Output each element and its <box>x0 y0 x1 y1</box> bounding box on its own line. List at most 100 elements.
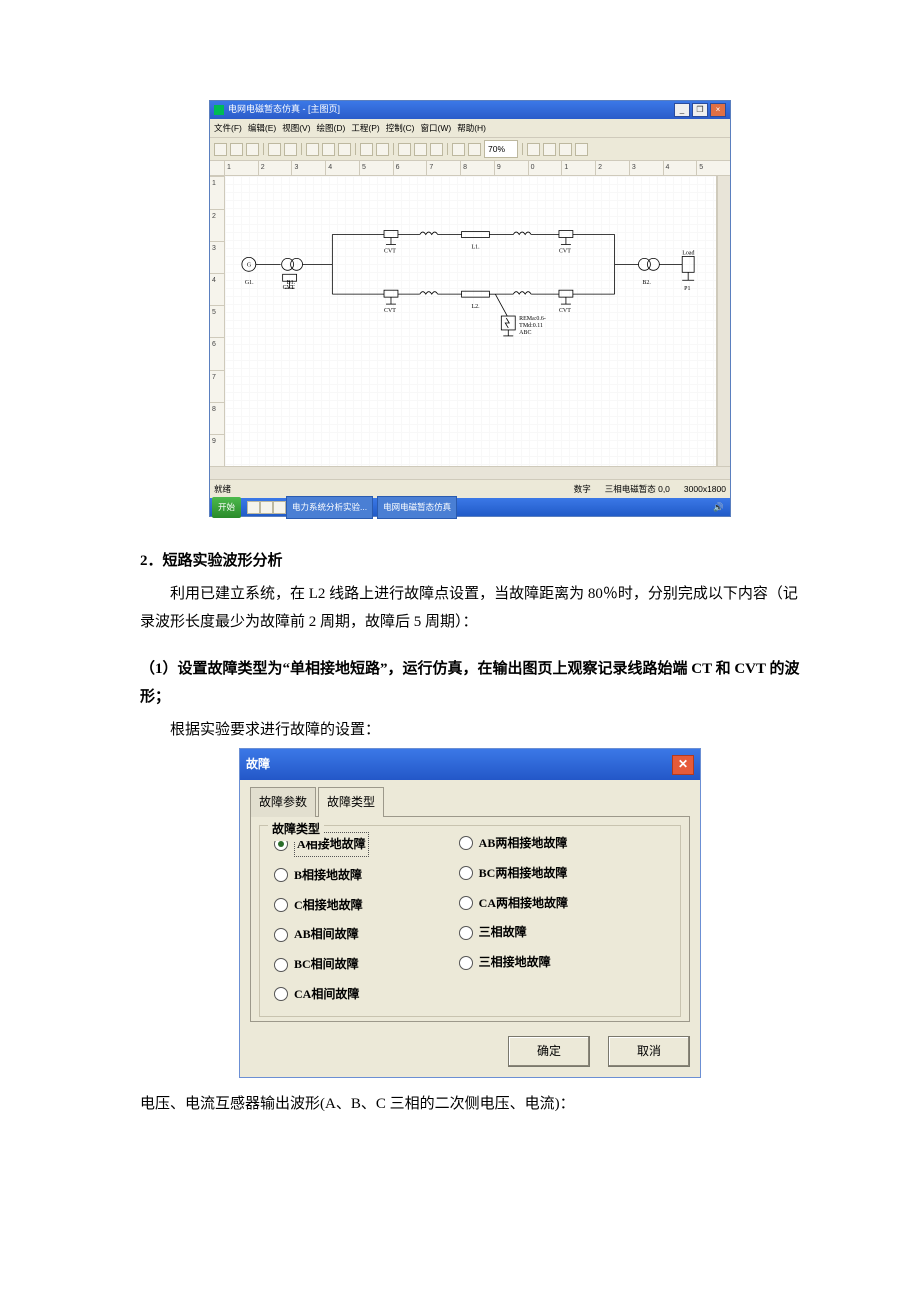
save-icon[interactable] <box>246 143 259 156</box>
stop-icon[interactable] <box>430 143 443 156</box>
radio-label: AB相间故障 <box>294 923 359 946</box>
radio-label: B相接地故障 <box>294 864 362 887</box>
radio-label: 三相故障 <box>479 921 527 944</box>
scrollbar-horizontal[interactable] <box>210 466 730 479</box>
ruler-vertical: 12 34 56 78 9 <box>210 176 225 466</box>
select-icon[interactable] <box>527 143 540 156</box>
tab-fault-params[interactable]: 故障参数 <box>250 787 316 817</box>
window-title: 电网电磁暂态仿真 - [主图页] <box>228 101 340 118</box>
print-icon[interactable] <box>268 143 281 156</box>
circle-icon[interactable] <box>575 143 588 156</box>
ruler-horizontal: 12 34 56 78 90 12 34 5 <box>210 161 730 176</box>
menu-edit[interactable]: 编辑(E) <box>248 120 276 136</box>
fault-type-group: 故障类型 A相接地故障 B相接地故障 <box>259 825 681 1017</box>
radio-b-ground[interactable]: B相接地故障 <box>274 864 369 887</box>
zoom-icon[interactable] <box>468 143 481 156</box>
paragraph: 根据实验要求进行故障的设置： <box>170 716 800 745</box>
menu-file[interactable]: 文件(F) <box>214 120 242 136</box>
taskbar: 开始 电力系统分析实验... 电网电磁暂态仿真 🔊 <box>210 498 730 516</box>
preview-icon[interactable] <box>284 143 297 156</box>
snap-icon[interactable] <box>376 143 389 156</box>
svg-text:CVT: CVT <box>559 249 571 255</box>
play-icon[interactable] <box>414 143 427 156</box>
radio-label: BC相间故障 <box>294 953 359 976</box>
svg-text:CVT: CVT <box>384 249 396 255</box>
status-size: 3000x1800 <box>684 481 726 497</box>
scrollbar-vertical[interactable] <box>717 176 730 466</box>
ok-button[interactable]: 确定 <box>508 1036 590 1067</box>
run-icon[interactable] <box>398 143 411 156</box>
copy-icon[interactable] <box>322 143 335 156</box>
svg-text:L2.: L2. <box>471 304 480 310</box>
radio-ab-phase[interactable]: AB相间故障 <box>274 923 369 946</box>
tab-fault-type[interactable]: 故障类型 <box>318 787 384 817</box>
quicklaunch-icon[interactable] <box>247 501 260 514</box>
new-icon[interactable] <box>214 143 227 156</box>
svg-text:CVT: CVT <box>384 308 396 314</box>
radio-ca-phase[interactable]: CA相间故障 <box>274 983 369 1006</box>
paste-icon[interactable] <box>338 143 351 156</box>
menu-view[interactable]: 视图(V) <box>282 120 310 136</box>
cut-icon[interactable] <box>306 143 319 156</box>
circuit-canvas[interactable]: G G1. B1. CVT CVT <box>225 176 717 466</box>
tray-icons[interactable]: 🔊 <box>709 497 728 517</box>
paragraph: 利用已建立系统，在 L2 线路上进行故障点设置，当故障距离为 80％时，分别完成… <box>140 580 800 637</box>
svg-text:TMd:0.11: TMd:0.11 <box>519 323 543 329</box>
taskbar-task[interactable]: 电力系统分析实验... <box>286 496 373 518</box>
zoom-combo[interactable]: 70% <box>484 140 518 158</box>
quicklaunch-icon[interactable] <box>273 501 286 514</box>
paragraph: 电压、电流互感器输出波形(A、B、C 三相的二次侧电压、电流)： <box>140 1090 800 1119</box>
menu-draw[interactable]: 绘图(D) <box>317 120 346 136</box>
maximize-icon[interactable]: ❐ <box>692 103 708 117</box>
main-app-screenshot: 电网电磁暂态仿真 - [主图页] _ ❐ × 文件(F) 编辑(E) 视图(V)… <box>209 100 731 517</box>
text-icon[interactable] <box>559 143 572 156</box>
menubar: 文件(F) 编辑(E) 视图(V) 绘图(D) 工程(P) 控制(C) 窗口(W… <box>210 119 730 138</box>
radio-icon <box>459 956 473 970</box>
radio-3phase[interactable]: 三相故障 <box>459 921 568 944</box>
svg-text:REMa:0.6-: REMa:0.6- <box>519 316 546 322</box>
menu-project[interactable]: 工程(P) <box>351 120 379 136</box>
status-ready: 就绪 <box>214 481 231 497</box>
toolbar: 70% <box>210 138 730 161</box>
cancel-button[interactable]: 取消 <box>608 1036 690 1067</box>
radio-icon <box>274 898 288 912</box>
radio-label: CA相间故障 <box>294 983 359 1006</box>
status-num: 数字 <box>574 481 591 497</box>
titlebar: 电网电磁暂态仿真 - [主图页] _ ❐ × <box>210 101 730 119</box>
dialog-title: 故障 <box>246 753 270 776</box>
radio-icon <box>274 958 288 972</box>
svg-text:B2.: B2. <box>642 281 651 287</box>
radio-bc-ground[interactable]: BC两相接地故障 <box>459 862 568 885</box>
paragraph-bold: （1）设置故障类型为“单相接地短路”，运行仿真，在输出图页上观察记录线路始端 C… <box>140 655 800 712</box>
menu-control[interactable]: 控制(C) <box>386 120 415 136</box>
radio-c-ground[interactable]: C相接地故障 <box>274 894 369 917</box>
svg-text:CVT: CVT <box>559 308 571 314</box>
svg-text:G1.: G1. <box>245 281 254 287</box>
radio-ab-ground[interactable]: AB两相接地故障 <box>459 832 568 855</box>
quicklaunch-icon[interactable] <box>260 501 273 514</box>
radio-icon <box>459 926 473 940</box>
close-icon[interactable]: ✕ <box>672 755 694 775</box>
radio-ca-ground[interactable]: CA两相接地故障 <box>459 892 568 915</box>
radio-icon <box>274 987 288 1001</box>
dialog-tabs: 故障参数 故障类型 <box>250 786 690 816</box>
minimize-icon[interactable]: _ <box>674 103 690 117</box>
radio-bc-phase[interactable]: BC相间故障 <box>274 953 369 976</box>
line-icon[interactable] <box>543 143 556 156</box>
chart-icon[interactable] <box>452 143 465 156</box>
taskbar-task[interactable]: 电网电磁暂态仿真 <box>377 496 457 518</box>
start-button[interactable]: 开始 <box>212 497 241 517</box>
dialog-titlebar: 故障 ✕ <box>240 749 700 780</box>
section-heading: 2．短路实验波形分析 <box>140 547 800 576</box>
radio-3phase-ground[interactable]: 三相接地故障 <box>459 951 568 974</box>
close-icon[interactable]: × <box>710 103 726 117</box>
radio-label: BC两相接地故障 <box>479 862 568 885</box>
open-icon[interactable] <box>230 143 243 156</box>
radio-icon <box>459 836 473 850</box>
grid-icon[interactable] <box>360 143 373 156</box>
menu-window[interactable]: 窗口(W) <box>421 120 452 136</box>
radio-icon <box>459 896 473 910</box>
radio-label: CA两相接地故障 <box>479 892 568 915</box>
menu-help[interactable]: 帮助(H) <box>457 120 486 136</box>
radio-icon <box>274 928 288 942</box>
